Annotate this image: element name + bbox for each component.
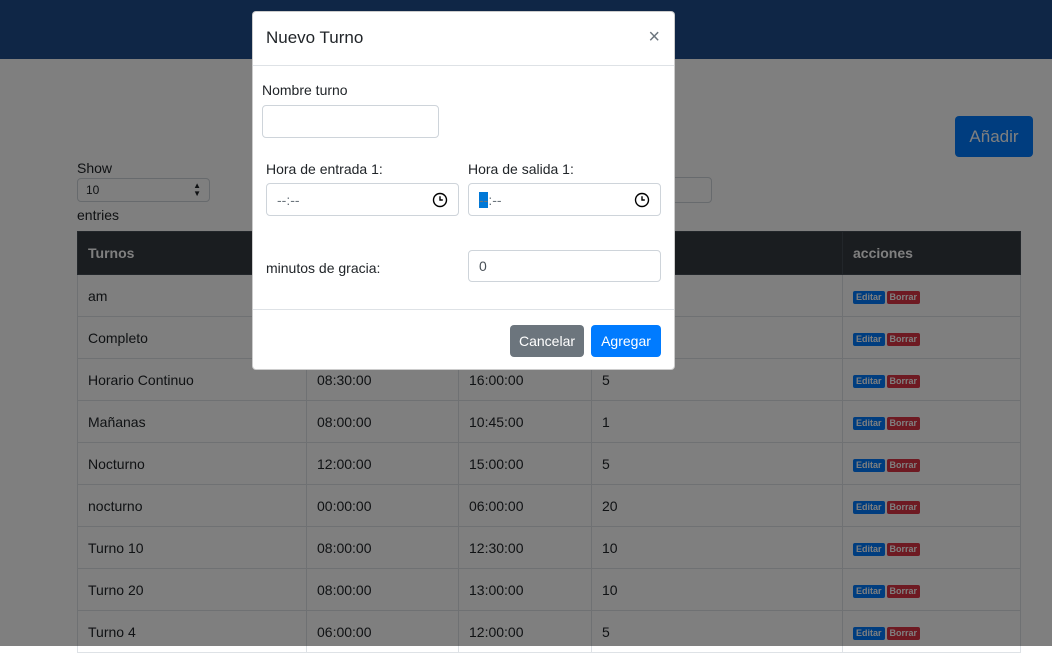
grace-minutes-label: minutos de gracia: — [266, 260, 381, 276]
entry-time-input[interactable]: --:-- — [266, 183, 459, 216]
clock-icon[interactable] — [432, 192, 448, 208]
clock-icon[interactable] — [634, 192, 650, 208]
name-label: Nombre turno — [262, 82, 348, 98]
modal-footer: Cancelar Agregar — [253, 309, 674, 370]
shift-name-input[interactable] — [262, 105, 439, 138]
grace-minutes-input[interactable] — [468, 250, 661, 282]
entry-time-value: --:-- — [277, 191, 300, 208]
modal-header: Nuevo Turno × — [253, 12, 674, 66]
new-shift-modal: Nuevo Turno × Nombre turno Hora de entra… — [252, 11, 675, 370]
close-icon[interactable]: × — [648, 27, 660, 47]
modal-title: Nuevo Turno — [266, 28, 364, 47]
cancel-button[interactable]: Cancelar — [510, 325, 584, 357]
exit-hour-segment[interactable]: -- — [479, 191, 489, 208]
submit-button[interactable]: Agregar — [591, 325, 661, 357]
entry-time-label: Hora de entrada 1: — [266, 161, 383, 177]
exit-minute-segment[interactable]: :-- — [488, 192, 501, 208]
exit-time-value: --:-- — [479, 191, 634, 208]
exit-time-label: Hora de salida 1: — [468, 161, 574, 177]
exit-time-input[interactable]: --:-- — [468, 183, 661, 216]
